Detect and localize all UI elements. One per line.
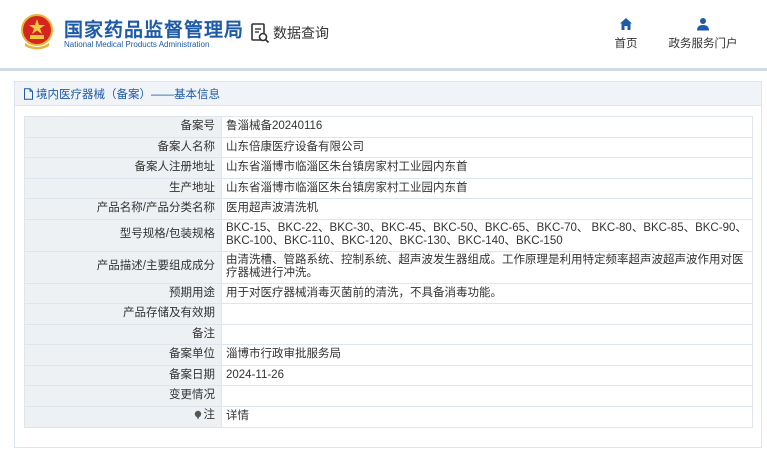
document-icon (24, 87, 33, 100)
field-value: 由清洗槽、管路系统、控制系统、超声波发生器组成。工作原理是利用特定频率超声波超声… (221, 250, 753, 284)
nav-service-portal-label: 政务服务门户 (668, 38, 738, 50)
site-subtitle[interactable]: National Medical Products Administration (64, 40, 209, 49)
site-header: 国家药品监督管理局 National Medical Products Admi… (0, 0, 767, 68)
field-label: 备案号 (24, 116, 222, 138)
field-label: 产品描述/主要组成成分 (24, 250, 222, 284)
header-divider (0, 68, 767, 71)
field-value: 淄博市行政审批服务局 (221, 344, 753, 366)
table-row: 预期用途 用于对医疗器械消毒灭菌前的清洗，不具备消毒功能。 (24, 282, 753, 304)
nav-service-portal[interactable]: 政务服务门户 (663, 17, 743, 57)
table-row: 备案单位 淄博市行政审批服务局 (24, 344, 753, 366)
field-label: 备案单位 (24, 344, 222, 366)
national-emblem-icon[interactable] (20, 13, 54, 51)
table-row: 备注 (24, 323, 753, 345)
field-value: 2024-11-26 (221, 364, 753, 386)
field-label: 备案人注册地址 (24, 157, 222, 179)
note-label: 注 (24, 405, 222, 428)
breadcrumb: 境内医疗器械（备案）——基本信息 (15, 82, 761, 106)
nav-home[interactable]: 首页 (610, 17, 642, 57)
field-label: 产品存储及有效期 (24, 303, 222, 325)
field-value (221, 385, 753, 407)
field-value: 山东倍康医疗设备有限公司 (221, 136, 753, 158)
field-label: 备注 (24, 323, 222, 345)
field-label: 备案日期 (24, 364, 222, 386)
breadcrumb-text: 境内医疗器械（备案）——基本信息 (36, 88, 220, 101)
field-label: 生产地址 (24, 177, 222, 199)
table-row: 产品描述/主要组成成分 由清洗槽、管路系统、控制系统、超声波发生器组成。工作原理… (24, 250, 753, 284)
field-value: 山东省淄博市临淄区朱台镇房家村工业园内东首 (221, 157, 753, 179)
field-label: 型号规格/包装规格 (24, 218, 222, 252)
site-title[interactable]: 国家药品监督管理局 (64, 15, 244, 42)
table-row: 产品存储及有效期 (24, 303, 753, 325)
note-label-text: 注 (203, 408, 216, 421)
pin-icon (194, 411, 201, 420)
nav-home-label: 首页 (614, 38, 638, 50)
field-value: BKC-15、BKC-22、BKC-30、BKC-45、BKC-50、BKC-6… (221, 218, 753, 252)
field-value: 鲁淄械备20240116 (221, 116, 753, 138)
field-value: 山东省淄博市临淄区朱台镇房家村工业园内东首 (221, 177, 753, 199)
table-row: 备案号 鲁淄械备20240116 (24, 116, 753, 138)
field-value (221, 323, 753, 345)
details-link[interactable]: 详情 (221, 405, 753, 428)
search-document-icon (251, 23, 270, 44)
info-table: 备案号 鲁淄械备20240116 备案人名称 山东倍康医疗设备有限公司 备案人注… (24, 116, 753, 428)
table-row: 变更情况 (24, 385, 753, 407)
field-label: 预期用途 (24, 282, 222, 304)
field-label: 变更情况 (24, 385, 222, 407)
field-label: 备案人名称 (24, 136, 222, 158)
user-icon (697, 18, 709, 31)
field-value (221, 303, 753, 325)
table-row: 备案人名称 山东倍康医疗设备有限公司 (24, 136, 753, 158)
table-row: 生产地址 山东省淄博市临淄区朱台镇房家村工业园内东首 (24, 177, 753, 199)
table-row: 备案日期 2024-11-26 (24, 364, 753, 386)
field-value: 医用超声波清洗机 (221, 198, 753, 220)
data-query-label: 数据查询 (273, 25, 329, 41)
table-row: 备案人注册地址 山东省淄博市临淄区朱台镇房家村工业园内东首 (24, 157, 753, 179)
home-icon (620, 18, 632, 30)
field-label: 产品名称/产品分类名称 (24, 198, 222, 220)
table-row: 产品名称/产品分类名称 医用超声波清洗机 (24, 198, 753, 220)
table-row: 注 详情 (24, 405, 753, 428)
data-query-link[interactable]: 数据查询 (250, 21, 329, 45)
field-value: 用于对医疗器械消毒灭菌前的清洗，不具备消毒功能。 (221, 282, 753, 304)
table-row: 型号规格/包装规格 BKC-15、BKC-22、BKC-30、BKC-45、BK… (24, 218, 753, 252)
detail-panel: 境内医疗器械（备案）——基本信息 备案号 鲁淄械备20240116 备案人名称 … (14, 81, 762, 448)
